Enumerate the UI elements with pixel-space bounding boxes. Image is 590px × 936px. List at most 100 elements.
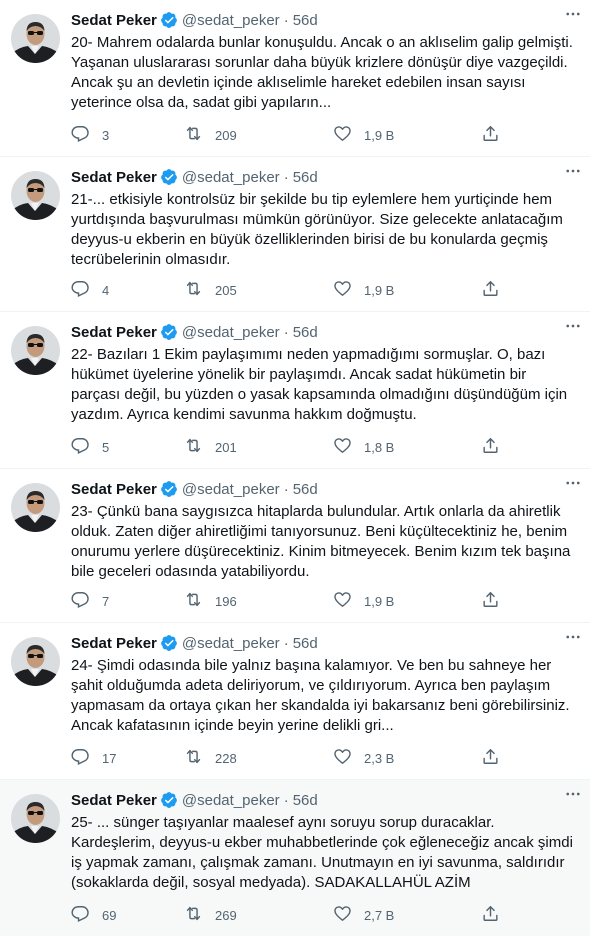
timestamp[interactable]: 56d xyxy=(293,635,318,652)
handle[interactable]: @sedat_peker xyxy=(182,481,280,498)
share-button[interactable] xyxy=(481,747,500,769)
more-icon[interactable] xyxy=(562,626,584,648)
retweet-button[interactable]: 205 xyxy=(184,279,237,301)
share-icon xyxy=(481,747,500,769)
avatar[interactable] xyxy=(11,794,60,843)
reply-count: 4 xyxy=(102,282,110,298)
display-name[interactable]: Sedat Peker xyxy=(71,324,157,341)
like-count: 2,3 B xyxy=(364,750,395,766)
avatar[interactable] xyxy=(11,14,60,63)
reply-icon xyxy=(71,279,90,301)
like-count: 1,9 B xyxy=(364,127,395,143)
tweet-actions: 17 228 2,3 B xyxy=(71,747,511,769)
more-icon[interactable] xyxy=(562,160,584,182)
avatar[interactable] xyxy=(11,326,60,375)
retweet-icon xyxy=(184,904,203,926)
display-name[interactable]: Sedat Peker xyxy=(71,481,157,498)
avatar[interactable] xyxy=(11,483,60,532)
tweet-feed: Sedat Peker @sedat_peker · 56d 20- Mahre… xyxy=(0,0,590,936)
tweet-text: 22- Bazıları 1 Ekim paylaşımımı neden ya… xyxy=(71,346,568,423)
timestamp[interactable]: 56d xyxy=(293,324,318,341)
retweet-button[interactable]: 201 xyxy=(184,436,237,458)
share-icon xyxy=(481,904,500,926)
verified-badge-icon xyxy=(160,480,178,498)
tweet[interactable]: Sedat Peker @sedat_peker · 56d 24- Şimdi… xyxy=(0,623,590,780)
tweet[interactable]: Sedat Peker @sedat_peker · 56d 21-... et… xyxy=(0,157,590,312)
like-icon xyxy=(333,279,352,301)
handle[interactable]: @sedat_peker xyxy=(182,12,280,29)
retweet-button[interactable]: 228 xyxy=(184,747,237,769)
tweet-text: 25- ... sünger taşıyanlar maalesef aynı … xyxy=(71,814,573,891)
tweet[interactable]: Sedat Peker @sedat_peker · 56d 23- Çünkü… xyxy=(0,469,590,623)
tweet-actions: 5 201 1,8 B xyxy=(71,436,511,458)
more-icon[interactable] xyxy=(562,3,584,25)
reply-icon xyxy=(71,124,90,146)
display-name[interactable]: Sedat Peker xyxy=(71,635,157,652)
reply-button[interactable]: 4 xyxy=(71,279,109,301)
handle[interactable]: @sedat_peker xyxy=(182,324,280,341)
like-button[interactable]: 2,3 B xyxy=(333,747,394,769)
retweet-button[interactable]: 269 xyxy=(184,904,237,926)
tweet[interactable]: Sedat Peker @sedat_peker · 56d 25- ... s… xyxy=(0,780,590,936)
tweet-actions: 3 209 1,9 B xyxy=(71,124,511,146)
timestamp[interactable]: 56d xyxy=(293,169,318,186)
display-name[interactable]: Sedat Peker xyxy=(71,12,157,29)
reply-count: 3 xyxy=(102,127,110,143)
separator-dot: · xyxy=(283,791,289,809)
reply-button[interactable]: 7 xyxy=(71,590,109,612)
more-icon[interactable] xyxy=(562,472,584,494)
like-button[interactable]: 1,9 B xyxy=(333,124,394,146)
avatar[interactable] xyxy=(11,637,60,686)
reply-count: 17 xyxy=(102,750,117,766)
like-button[interactable]: 1,9 B xyxy=(333,279,394,301)
tweet-text: 23- Çünkü bana saygısızca hitaplarda bul… xyxy=(71,503,571,580)
display-name[interactable]: Sedat Peker xyxy=(71,169,157,186)
avatar[interactable] xyxy=(11,171,60,220)
share-button[interactable] xyxy=(481,279,500,301)
tweet-actions: 69 269 2,7 B xyxy=(71,904,511,926)
reply-count: 69 xyxy=(102,907,117,923)
separator-dot: · xyxy=(283,634,289,652)
reply-button[interactable]: 3 xyxy=(71,124,109,146)
verified-badge-icon xyxy=(160,791,178,809)
reply-icon xyxy=(71,590,90,612)
like-button[interactable]: 1,9 B xyxy=(333,590,394,612)
tweet[interactable]: Sedat Peker @sedat_peker · 56d 20- Mahre… xyxy=(0,0,590,157)
reply-button[interactable]: 17 xyxy=(71,747,116,769)
handle[interactable]: @sedat_peker xyxy=(182,792,280,809)
like-button[interactable]: 2,7 B xyxy=(333,904,394,926)
timestamp[interactable]: 56d xyxy=(293,792,318,809)
separator-dot: · xyxy=(283,11,289,29)
more-icon[interactable] xyxy=(562,783,584,805)
timestamp[interactable]: 56d xyxy=(293,481,318,498)
tweet-text: 24- Şimdi odasında bile yalnız başına ka… xyxy=(71,657,570,734)
retweet-button[interactable]: 209 xyxy=(184,124,237,146)
share-button[interactable] xyxy=(481,904,500,926)
reply-count: 7 xyxy=(102,593,110,609)
timestamp[interactable]: 56d xyxy=(293,12,318,29)
more-icon[interactable] xyxy=(562,315,584,337)
handle[interactable]: @sedat_peker xyxy=(182,635,280,652)
tweet-header: Sedat Peker @sedat_peker · 56d xyxy=(71,8,580,32)
retweet-count: 209 xyxy=(215,127,237,143)
retweet-count: 228 xyxy=(215,750,237,766)
handle[interactable]: @sedat_peker xyxy=(182,169,280,186)
reply-button[interactable]: 69 xyxy=(71,904,116,926)
like-icon xyxy=(333,904,352,926)
reply-button[interactable]: 5 xyxy=(71,436,109,458)
share-icon xyxy=(481,590,500,612)
display-name[interactable]: Sedat Peker xyxy=(71,792,157,809)
tweet[interactable]: Sedat Peker @sedat_peker · 56d 22- Bazıl… xyxy=(0,312,590,469)
share-button[interactable] xyxy=(481,124,500,146)
like-icon xyxy=(333,124,352,146)
like-count: 1,8 B xyxy=(364,439,395,455)
retweet-count: 196 xyxy=(215,593,237,609)
reply-icon xyxy=(71,436,90,458)
tweet-header: Sedat Peker @sedat_peker · 56d xyxy=(71,477,580,501)
retweet-count: 201 xyxy=(215,439,237,455)
share-button[interactable] xyxy=(481,590,500,612)
like-button[interactable]: 1,8 B xyxy=(333,436,394,458)
retweet-button[interactable]: 196 xyxy=(184,590,237,612)
like-count: 1,9 B xyxy=(364,282,395,298)
share-button[interactable] xyxy=(481,436,500,458)
